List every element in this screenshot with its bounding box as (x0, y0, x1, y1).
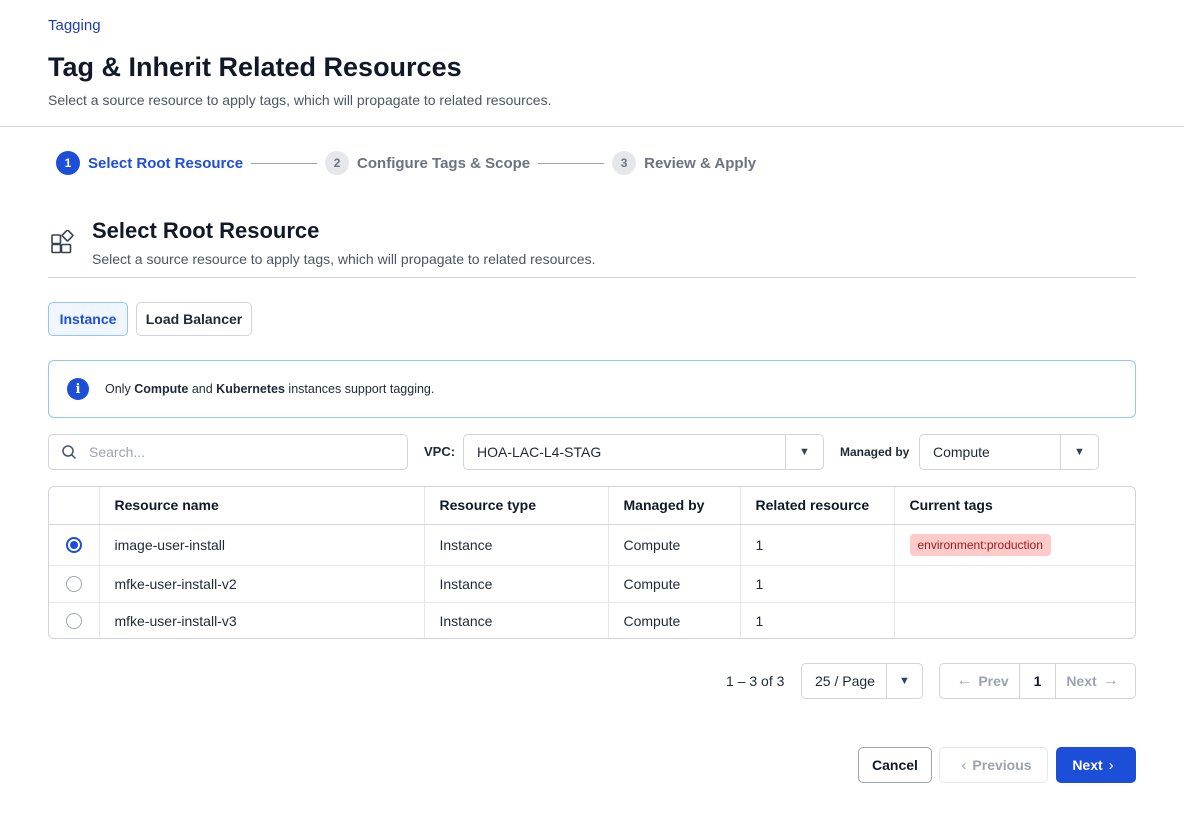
arrow-right-icon: → (1102, 672, 1119, 689)
table-row[interactable]: image-user-install Instance Compute 1 en… (49, 524, 1135, 566)
step-1: 1 Select Root Resource (56, 151, 243, 175)
radio-cell[interactable] (49, 565, 100, 603)
cell-related-resource: 1 (740, 602, 895, 638)
info-bold-compute: Compute (134, 382, 189, 396)
managed-by-select-value: Compute (933, 444, 990, 460)
info-bold-kubernetes: Kubernetes (216, 382, 285, 396)
chevron-left-icon: ‹ (961, 756, 967, 774)
arrow-left-icon: ← (956, 672, 973, 689)
cell-related-resource: 1 (740, 565, 895, 603)
step-2-label: Configure Tags & Scope (357, 154, 531, 172)
previous-button[interactable]: ‹ Previous (939, 747, 1048, 783)
step-connector (251, 162, 318, 164)
vpc-select[interactable]: HOA-LAC-L4-STAG ▼ (463, 434, 824, 470)
chevron-right-icon: › (1108, 756, 1114, 774)
cell-managed-by: Compute (608, 565, 741, 603)
select-column-header (49, 487, 100, 525)
cell-related-resource: 1 (740, 524, 895, 566)
column-header-resource-name: Resource name (99, 487, 425, 525)
radio-button[interactable] (65, 576, 82, 593)
cell-managed-by: Compute (608, 524, 741, 566)
info-prefix: Only (105, 382, 135, 396)
cell-managed-by: Compute (608, 602, 741, 638)
cell-current-tags (894, 565, 1135, 603)
cell-resource-name: mfke-user-install-v3 (99, 602, 425, 638)
radio-cell[interactable] (49, 524, 100, 566)
pagination-prev-button[interactable]: ← Prev (940, 664, 1020, 698)
section-title: Select Root Resource (92, 218, 320, 243)
pagination: ← Prev 1 Next → (939, 663, 1136, 699)
column-header-current-tags: Current tags (894, 487, 1135, 525)
step-3-number: 3 (612, 151, 637, 175)
search-input[interactable] (89, 444, 389, 460)
cell-current-tags (894, 602, 1135, 638)
table-row[interactable]: mfke-user-install-v2 Instance Compute 1 (49, 565, 1135, 603)
pagination-prev-label: Prev (978, 673, 1009, 689)
info-icon: i (67, 378, 89, 400)
radio-button[interactable] (65, 613, 82, 630)
vpc-select-value: HOA-LAC-L4-STAG (477, 444, 602, 460)
table-header-row: Resource name Resource type Managed by R… (49, 487, 1135, 525)
step-3-label: Review & Apply (644, 154, 757, 172)
tag-badge: environment:production (909, 533, 1051, 556)
breadcrumb[interactable]: Tagging (48, 17, 101, 34)
search-box[interactable] (48, 434, 408, 470)
previous-button-label: Previous (972, 757, 1032, 773)
page-size-select[interactable]: 25 / Page ▼ (801, 663, 923, 699)
cell-resource-name: mfke-user-install-v2 (99, 565, 425, 603)
resource-table: Resource name Resource type Managed by R… (48, 486, 1136, 639)
next-button-label: Next (1072, 757, 1103, 773)
instance-type-button[interactable]: Instance (48, 302, 128, 336)
column-header-related-resource: Related resource (740, 487, 895, 525)
cell-resource-type: Instance (424, 565, 609, 603)
radio-button-selected[interactable] (65, 537, 82, 554)
step-1-number: 1 (56, 151, 80, 175)
info-text: Only Compute and Kubernetes instances su… (105, 382, 434, 396)
managed-by-label: Managed by (840, 445, 910, 459)
chevron-down-icon[interactable]: ▼ (886, 664, 922, 698)
cancel-button[interactable]: Cancel (858, 747, 932, 783)
managed-by-select[interactable]: Compute ▼ (919, 434, 1099, 470)
cell-current-tags: environment:production (894, 524, 1135, 566)
search-icon (62, 445, 77, 460)
step-2: 2 Configure Tags & Scope (325, 151, 530, 175)
page-size-value: 25 / Page (815, 673, 875, 689)
info-banner: i Only Compute and Kubernetes instances … (48, 360, 1136, 418)
step-1-label: Select Root Resource (88, 154, 244, 172)
step-3: 3 Review & Apply (612, 151, 756, 175)
pagination-page-1[interactable]: 1 (1020, 664, 1056, 698)
pagination-next-label: Next (1066, 673, 1097, 689)
chevron-down-icon[interactable]: ▼ (785, 435, 823, 469)
stepper: 1 Select Root Resource 2 Configure Tags … (56, 151, 756, 175)
info-suffix: instances support tagging. (284, 382, 435, 396)
column-header-managed-by: Managed by (608, 487, 741, 525)
column-header-resource-type: Resource type (424, 487, 609, 525)
vpc-label: VPC: (424, 444, 456, 459)
chevron-down-icon[interactable]: ▼ (1060, 435, 1098, 469)
radio-cell[interactable] (49, 602, 100, 638)
info-middle: and (188, 382, 217, 396)
pagination-next-button[interactable]: Next → (1056, 664, 1135, 698)
header-divider (0, 126, 1184, 127)
page-subtitle: Select a source resource to apply tags, … (48, 92, 552, 108)
pagination-count: 1 – 3 of 3 (726, 673, 785, 689)
next-button[interactable]: Next › (1056, 747, 1136, 783)
table-row[interactable]: mfke-user-install-v3 Instance Compute 1 (49, 602, 1135, 638)
cell-resource-type: Instance (424, 602, 609, 638)
load-balancer-type-button[interactable]: Load Balancer (136, 302, 252, 336)
step-connector (538, 162, 605, 164)
page-title: Tag & Inherit Related Resources (48, 52, 462, 82)
grid-icon (51, 230, 74, 254)
section-subtitle: Select a source resource to apply tags, … (92, 251, 596, 267)
section-divider (48, 277, 1136, 278)
cell-resource-name: image-user-install (99, 524, 425, 566)
step-2-number: 2 (325, 151, 350, 175)
cell-resource-type: Instance (424, 524, 609, 566)
